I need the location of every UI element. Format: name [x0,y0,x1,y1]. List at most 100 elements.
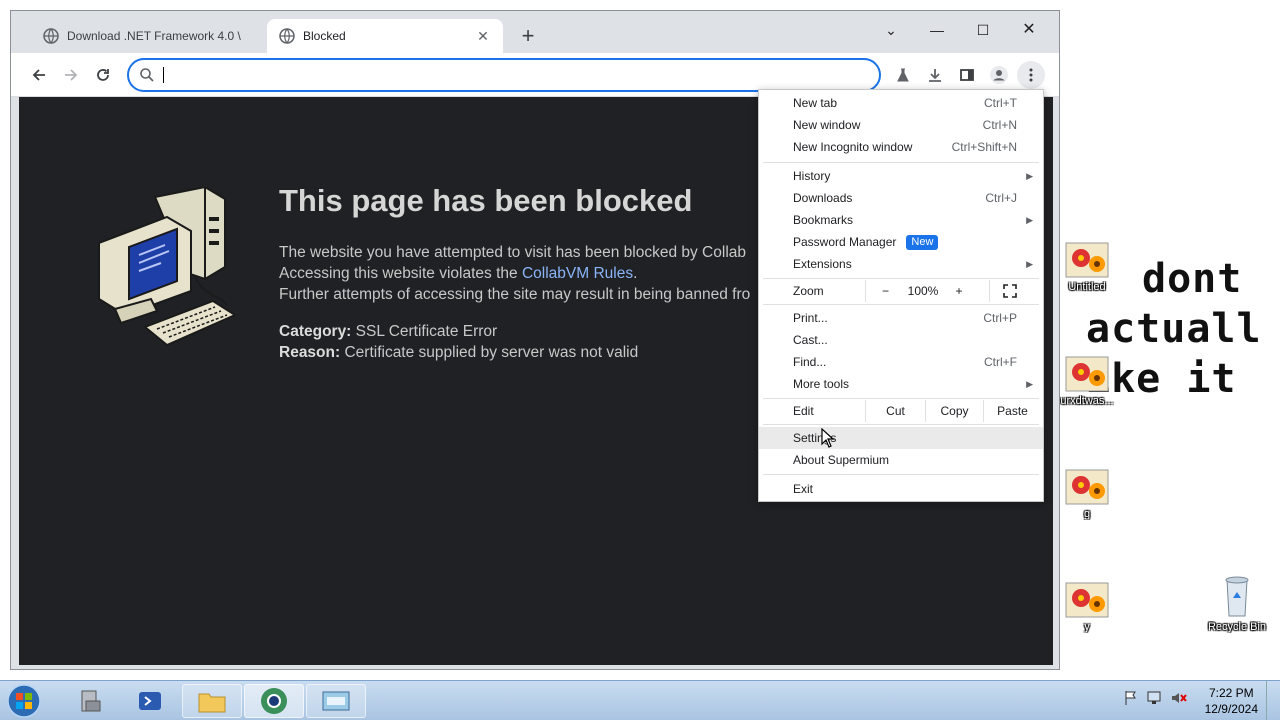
kebab-menu-icon [1029,68,1033,82]
zoom-level: 100% [907,284,939,298]
recycle-bin-icon [1225,576,1249,617]
menu-item-new-window[interactable]: New window Ctrl+N [759,114,1043,136]
maximize-button[interactable]: ☐ [961,17,1005,43]
side-panel-button[interactable] [953,61,981,89]
windows-logo-icon [7,684,41,718]
tab-download-net-framework[interactable]: Download .NET Framework 4.0 \ [31,19,267,53]
start-button[interactable] [4,683,44,719]
submenu-arrow-icon: ▶ [1026,215,1033,225]
desktop-icon-y[interactable]: y [1055,582,1119,633]
menu-separator [763,278,1039,279]
back-arrow-icon [32,69,45,81]
download-icon [929,69,941,82]
shortcut: Ctrl+P [983,311,1017,325]
menu-item-zoom: Zoom − 100% + [759,280,1043,302]
forward-button[interactable] [57,61,85,89]
copy-button[interactable]: Copy [925,400,983,422]
close-window-button[interactable]: ✕ [1007,17,1051,43]
menu-item-about[interactable]: About Supermium [759,449,1043,471]
menu-item-find[interactable]: Find... Ctrl+F [759,351,1043,373]
cut-button[interactable]: Cut [865,400,925,422]
shortcut: Ctrl+T [984,96,1017,110]
downloads-button[interactable] [921,61,949,89]
reason-value: Certificate supplied by server was not v… [340,344,639,361]
minimize-button[interactable]: — [915,17,959,43]
new-tab-button[interactable]: + [516,25,540,49]
network-icon[interactable] [1146,689,1164,707]
desktop-icon-recycle-bin[interactable]: Recycle Bin [1205,572,1269,633]
address-input[interactable] [165,65,865,85]
flask-icon [897,68,909,82]
reload-button[interactable] [89,61,117,89]
desktop-icon-label: Untitled [1068,281,1106,293]
menu-item-extensions[interactable]: Extensions ▶ [759,253,1043,275]
labs-button[interactable] [889,61,917,89]
globe-icon [279,28,295,44]
menu-item-history[interactable]: History ▶ [759,165,1043,187]
server-manager-icon [81,690,101,712]
reason-label: Reason: [279,344,341,361]
computer-illustration-icon [98,187,235,347]
menu-item-downloads[interactable]: Downloads Ctrl+J [759,187,1043,209]
desktop-icon-untitled[interactable]: Untitled [1055,242,1119,293]
zoom-in-button[interactable]: + [941,280,977,302]
address-bar[interactable] [127,58,881,92]
show-desktop-button[interactable] [1266,681,1280,720]
menu-item-password-manager[interactable]: Password Manager New [759,231,1043,253]
menu-item-bookmarks[interactable]: Bookmarks ▶ [759,209,1043,231]
back-button[interactable] [25,61,53,89]
desktop-icon-label: urxdtwas... [1060,395,1114,407]
desktop-icon-urxdtwas[interactable]: urxdtwas... [1055,356,1119,407]
taskbar-powershell[interactable] [120,684,180,718]
browser-icon [261,688,287,714]
tab-blocked[interactable]: Blocked ✕ [267,19,503,53]
tab-title: Blocked [303,29,346,43]
new-badge: New [906,235,939,251]
clock-time: 7:22 PM [1208,686,1254,700]
collabvm-rules-link[interactable]: CollabVM Rules [522,265,633,282]
side-panel-icon [960,69,974,81]
taskbar-server-manager[interactable] [60,684,120,718]
taskbar: 7:22 PM 12/9/2024 [0,680,1280,720]
forward-arrow-icon [65,69,78,81]
menu-item-new-tab[interactable]: New tab Ctrl+T [759,92,1043,114]
menu-item-print[interactable]: Print... Ctrl+P [759,307,1043,329]
taskbar-app[interactable] [306,684,366,718]
desktop-icon-g[interactable]: g [1055,469,1119,520]
clock-date: 12/9/2024 [1204,702,1258,716]
browser-main-menu: New tab Ctrl+T New window Ctrl+N New Incog… [758,89,1044,502]
globe-icon [43,28,59,44]
paste-button[interactable]: Paste [983,400,1041,422]
system-clock[interactable]: 7:22 PM 12/9/2024 [1205,685,1258,717]
menu-item-cast[interactable]: Cast... [759,329,1043,351]
menu-item-new-incognito-window[interactable]: New Incognito window Ctrl+Shift+N [759,136,1043,158]
tab-strip: Download .NET Framework 4.0 \ Blocked ✕ … [11,11,1059,53]
rules-text-before: Accessing this website violates the [279,265,522,282]
category-value: SSL Certificate Error [351,323,498,340]
action-center-flag-icon[interactable] [1122,689,1140,707]
menu-item-settings[interactable]: Settings [759,427,1043,449]
menu-item-more-tools[interactable]: More tools ▶ [759,373,1043,395]
profile-avatar-icon [990,66,1008,84]
desktop-icon-label: Recycle Bin [1207,621,1267,633]
mouse-cursor-icon [821,428,835,448]
profile-button[interactable] [985,61,1013,89]
submenu-arrow-icon: ▶ [1026,379,1033,389]
menu-item-exit[interactable]: Exit [759,478,1043,500]
close-tab-icon[interactable]: ✕ [475,28,491,44]
taskbar-file-explorer[interactable] [182,684,242,718]
taskbar-browser[interactable] [244,684,304,718]
reason-row: Reason: Certificate supplied by server w… [279,342,638,363]
zoom-out-button[interactable]: − [865,280,905,302]
fullscreen-icon [1002,284,1017,298]
page-title: This page has been blocked [279,183,693,218]
menu-separator [763,162,1039,163]
app-window-icon [322,691,350,711]
search-icon [140,68,154,82]
tab-search-chevron-icon[interactable]: ⌄ [869,17,913,43]
shortcut: Ctrl+Shift+N [951,140,1017,154]
menu-separator [763,304,1039,305]
volume-muted-icon[interactable] [1170,689,1188,707]
fullscreen-button[interactable] [989,280,1029,302]
menu-button[interactable] [1017,61,1045,89]
